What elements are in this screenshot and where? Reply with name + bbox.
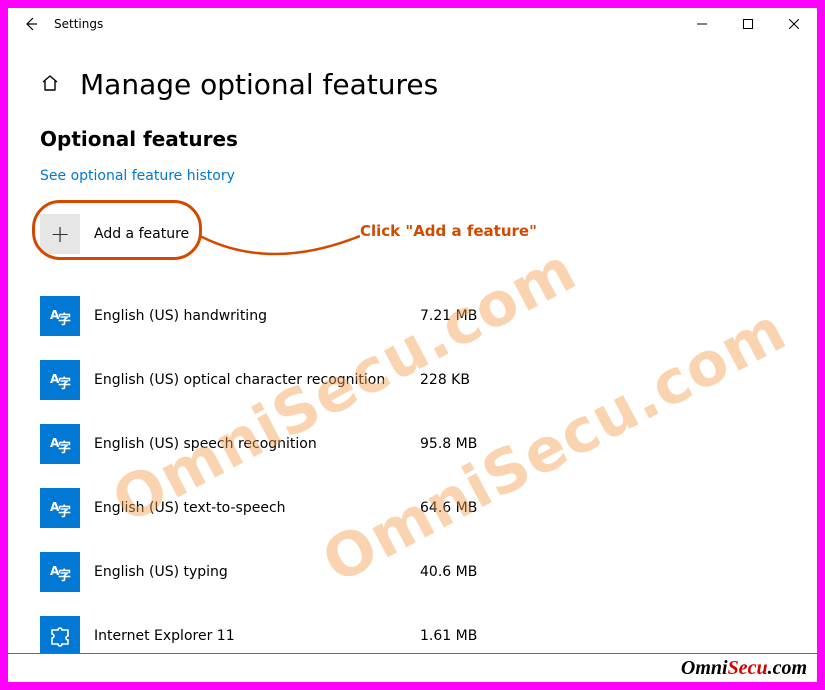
minimize-button[interactable] <box>679 8 725 40</box>
svg-text:字: 字 <box>58 504 71 520</box>
page-header: Manage optional features <box>8 40 817 111</box>
feature-name: English (US) handwriting <box>94 308 420 324</box>
window-title: Settings <box>54 17 103 31</box>
section-title: Optional features <box>40 127 799 151</box>
feature-row[interactable]: A字 English (US) speech recognition95.8 MB <box>40 418 500 470</box>
feature-row[interactable]: A字 English (US) handwriting7.21 MB <box>40 290 500 342</box>
feature-name: English (US) text-to-speech <box>94 500 420 516</box>
feature-size: 40.6 MB <box>420 564 500 580</box>
svg-text:字: 字 <box>58 312 71 328</box>
feature-name: Internet Explorer 11 <box>94 628 420 644</box>
page-title: Manage optional features <box>80 68 438 101</box>
feature-size: 1.61 MB <box>420 628 500 644</box>
brand-part2: Secu <box>728 657 768 680</box>
content-scroll-area[interactable]: OmniSecu.com OmniSecu.com Optional featu… <box>8 111 817 653</box>
language-icon: A字 <box>40 360 80 400</box>
language-icon: A字 <box>40 552 80 592</box>
history-link[interactable]: See optional feature history <box>40 168 235 184</box>
svg-text:字: 字 <box>58 568 71 584</box>
feature-size: 228 KB <box>420 372 500 388</box>
titlebar: Settings <box>8 8 817 40</box>
feature-size: 7.21 MB <box>420 308 500 324</box>
brand-bar: OmniSecu.com <box>8 654 817 682</box>
back-button[interactable] <box>8 8 54 40</box>
brand-part1: Omni <box>681 657 728 680</box>
language-icon: A字 <box>40 296 80 336</box>
svg-text:字: 字 <box>58 440 71 456</box>
settings-window: Settings Manage optional features OmniSe… <box>8 8 817 653</box>
feature-size: 64.6 MB <box>420 500 500 516</box>
feature-list: A字 English (US) handwriting7.21 MB A字 Engli… <box>40 290 799 653</box>
feature-row[interactable]: A字 English (US) typing40.6 MB <box>40 546 500 598</box>
language-icon: A字 <box>40 488 80 528</box>
feature-row[interactable]: Internet Explorer 111.61 MB <box>40 610 500 653</box>
feature-row[interactable]: A字 English (US) optical character recogni… <box>40 354 500 406</box>
home-icon[interactable] <box>40 73 60 97</box>
add-feature-button[interactable]: + Add a feature <box>40 206 500 262</box>
language-icon: A字 <box>40 424 80 464</box>
feature-name: English (US) optical character recogniti… <box>94 372 420 388</box>
plus-icon: + <box>40 214 80 254</box>
maximize-button[interactable] <box>725 8 771 40</box>
brand-part3: .com <box>768 657 807 680</box>
feature-size: 95.8 MB <box>420 436 500 452</box>
puzzle-icon <box>40 616 80 653</box>
feature-name: English (US) typing <box>94 564 420 580</box>
add-feature-label: Add a feature <box>94 226 189 242</box>
close-button[interactable] <box>771 8 817 40</box>
svg-text:字: 字 <box>58 376 71 392</box>
feature-row[interactable]: A字 English (US) text-to-speech64.6 MB <box>40 482 500 534</box>
feature-name: English (US) speech recognition <box>94 436 420 452</box>
